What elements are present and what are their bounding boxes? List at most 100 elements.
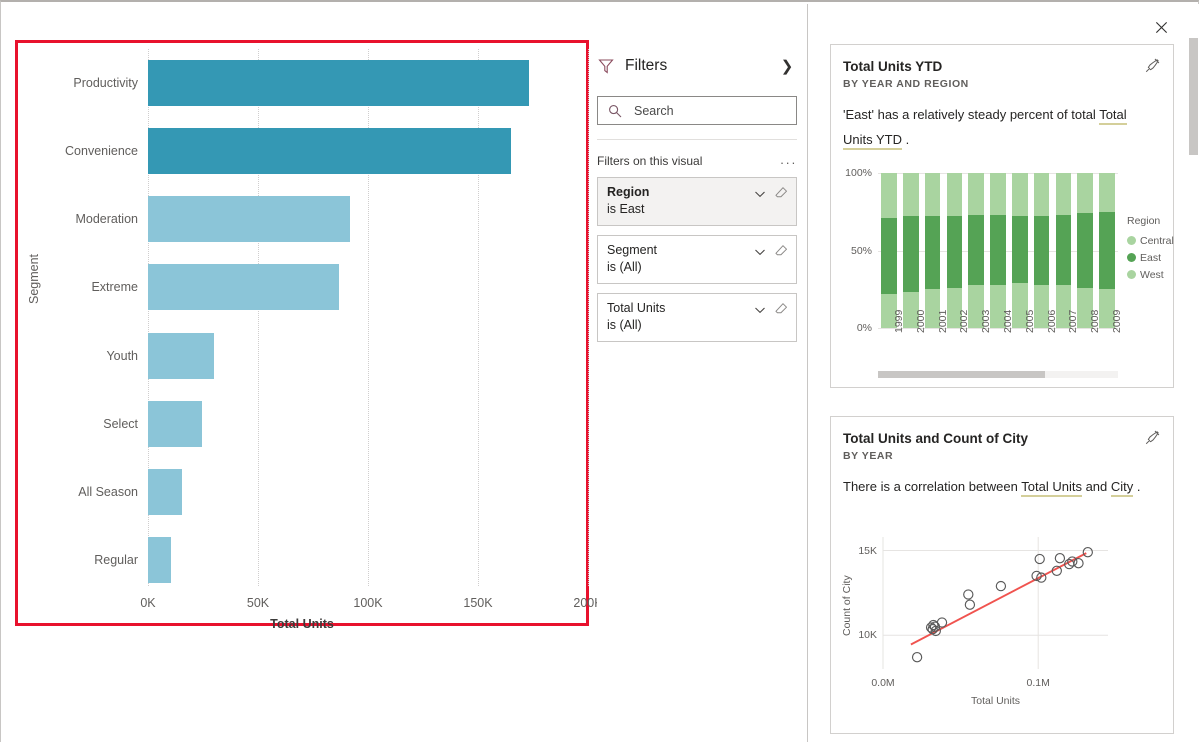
bar-chart-category-label: Convenience <box>34 144 138 158</box>
search-icon <box>608 104 622 118</box>
stacked-chart-x-tick-label: 2009 <box>1111 310 1123 333</box>
stacked-chart-column[interactable] <box>1034 173 1050 328</box>
bar-chart-bar[interactable] <box>148 469 182 515</box>
filter-field-name: Total Units <box>607 301 754 316</box>
filter-field-value: is (All) <box>607 318 788 333</box>
filter-card-region[interactable]: Regionis East <box>597 177 797 226</box>
bar-chart-plot-area: Segment ProductivityConvenienceModeratio… <box>18 43 586 623</box>
insight-card-description: There is a correlation between Total Uni… <box>843 474 1157 499</box>
stacked-chart-segment[interactable] <box>925 216 941 289</box>
stacked-chart-segment[interactable] <box>1056 173 1072 215</box>
insight-text: . <box>902 132 909 147</box>
stacked-chart-segment[interactable] <box>925 173 941 216</box>
stacked-chart-x-tick-label: 2002 <box>958 310 970 333</box>
scatter-chart-x-axis-title: Total Units <box>971 695 1020 707</box>
stacked-chart-segment[interactable] <box>968 215 984 285</box>
bar-chart-bar[interactable] <box>148 401 202 447</box>
stacked-chart-gridline <box>878 328 1118 329</box>
stacked-chart-segment[interactable] <box>1034 173 1050 216</box>
scatter-chart-x-tick-label: 0.0M <box>871 677 894 689</box>
legend-color-dot <box>1127 270 1136 279</box>
insight-card-total-units-ytd[interactable]: Total Units YTD BY YEAR AND REGION 'East… <box>830 44 1174 388</box>
stacked-chart-segment[interactable] <box>990 173 1006 215</box>
eraser-icon[interactable] <box>775 186 788 199</box>
pin-icon[interactable] <box>1143 56 1163 76</box>
stacked-chart-segment[interactable] <box>968 173 984 215</box>
stacked-chart-column[interactable] <box>990 173 1006 328</box>
stacked-chart-segment[interactable] <box>1077 173 1093 213</box>
bar-chart-x-tick-label: 100K <box>353 596 382 610</box>
insight-measure-link[interactable]: City <box>1111 479 1133 497</box>
chevron-down-icon[interactable] <box>754 303 766 315</box>
stacked-chart-legend-item[interactable]: West <box>1127 266 1174 283</box>
filters-search-box[interactable] <box>597 96 797 125</box>
filter-card-segment[interactable]: Segmentis (All) <box>597 235 797 284</box>
insight-card-content: Total Units YTD BY YEAR AND REGION 'East… <box>831 45 1173 387</box>
bar-chart-bar[interactable] <box>148 60 529 106</box>
bar-chart-category-label: Youth <box>34 349 138 363</box>
stacked-chart-column[interactable] <box>925 173 941 328</box>
stacked-chart-x-tick-label: 2007 <box>1067 310 1079 333</box>
stacked-chart-column[interactable] <box>1077 173 1093 328</box>
stacked-chart-segment[interactable] <box>990 215 1006 285</box>
stacked-chart-legend-item[interactable]: Central <box>1127 232 1174 249</box>
chevron-right-icon[interactable]: ❯ <box>777 56 797 76</box>
stacked-chart-column[interactable] <box>1099 173 1115 328</box>
stacked-chart-legend: RegionCentralEastWest <box>1127 215 1174 283</box>
bar-chart-x-tick-label: 150K <box>463 596 492 610</box>
filters-on-visual-header: Filters on this visual ··· <box>597 151 797 168</box>
filters-search-input[interactable] <box>634 104 796 118</box>
stacked-chart-segment[interactable] <box>1056 215 1072 285</box>
stacked-chart-segment[interactable] <box>903 173 919 216</box>
bar-chart-bar[interactable] <box>148 128 511 174</box>
bar-chart-bar[interactable] <box>148 537 171 583</box>
eraser-icon[interactable] <box>775 244 788 257</box>
bar-chart-category-label: Moderation <box>34 212 138 226</box>
stacked-chart-column[interactable] <box>1056 173 1072 328</box>
stacked-chart-segment[interactable] <box>1012 216 1028 283</box>
chevron-down-icon[interactable] <box>754 245 766 257</box>
chevron-down-icon[interactable] <box>754 187 766 199</box>
filter-funnel-icon <box>597 57 615 75</box>
stacked-chart-legend-item[interactable]: East <box>1127 249 1174 266</box>
stacked-chart-column[interactable] <box>947 173 963 328</box>
stacked-chart-segment[interactable] <box>903 216 919 292</box>
pin-icon[interactable] <box>1143 428 1163 448</box>
stacked-chart-segment[interactable] <box>881 218 897 294</box>
insight-card-description: 'East' has a relatively steady percent o… <box>843 102 1157 152</box>
stacked-chart-x-tick-label: 1999 <box>893 310 905 333</box>
insights-scrollbar-thumb[interactable] <box>1189 38 1198 155</box>
stacked-chart-x-tick-label: 2008 <box>1089 310 1101 333</box>
insight-text: and <box>1082 479 1111 494</box>
insight-card-title: Total Units YTD <box>843 58 1157 75</box>
stacked-chart-column[interactable] <box>1012 173 1028 328</box>
eraser-icon[interactable] <box>775 302 788 315</box>
stacked-chart-column[interactable] <box>968 173 984 328</box>
stacked-chart-segment[interactable] <box>881 173 897 218</box>
close-icon[interactable] <box>1149 15 1173 39</box>
stacked-chart-segment[interactable] <box>947 216 963 287</box>
filters-pane: Filters ❯ Filters on this visual ··· Reg… <box>597 42 797 742</box>
stacked-chart-segment[interactable] <box>1099 212 1115 290</box>
filter-card-total-units[interactable]: Total Units is (All) <box>597 293 797 342</box>
stacked-chart-segment[interactable] <box>947 173 963 216</box>
bar-chart-visual[interactable]: Segment ProductivityConvenienceModeratio… <box>15 40 589 626</box>
bar-chart-bar[interactable] <box>148 264 339 310</box>
stacked-chart-segment[interactable] <box>1099 173 1115 212</box>
bar-chart-bar[interactable] <box>148 196 350 242</box>
insight-measure-link[interactable]: Total Units <box>1021 479 1082 497</box>
stacked-chart-column[interactable] <box>881 173 897 328</box>
filter-field-value: is East <box>607 202 788 217</box>
stacked-chart-scrollbar-thumb[interactable] <box>878 371 1045 378</box>
insight-card-total-units-and-count-of-city[interactable]: Total Units and Count of City BY YEAR Th… <box>830 416 1174 734</box>
filters-more-options-button[interactable]: ··· <box>780 158 797 168</box>
stacked-chart-segment[interactable] <box>1034 216 1050 284</box>
bar-chart-bar[interactable] <box>148 333 214 379</box>
bar-chart-x-axis-title: Total Units <box>18 617 586 631</box>
scatter-chart-y-tick-label: 15K <box>837 545 877 557</box>
stacked-chart-segment[interactable] <box>1077 213 1093 287</box>
stacked-chart-column[interactable] <box>903 173 919 328</box>
insight-text: There is a correlation between <box>843 479 1021 494</box>
stacked-chart-segment[interactable] <box>1012 173 1028 216</box>
stacked-chart-x-tick-label: 2004 <box>1002 310 1014 333</box>
